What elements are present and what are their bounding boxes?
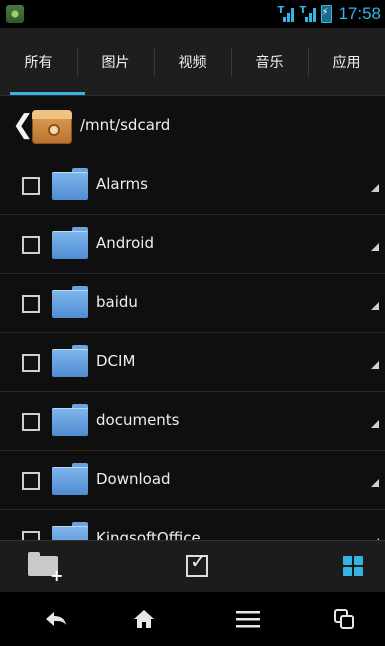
- signal-icon-2: T: [299, 5, 317, 23]
- folder-icon: [52, 227, 88, 259]
- tab-label: 音乐: [255, 55, 284, 71]
- list-item[interactable]: Android: [0, 215, 385, 274]
- item-checkbox[interactable]: [22, 236, 40, 254]
- item-checkbox[interactable]: [22, 295, 40, 313]
- signal-icon-1: T: [277, 5, 295, 23]
- folder-name: Android: [96, 234, 154, 252]
- item-checkbox[interactable]: [22, 531, 40, 540]
- current-path: /mnt/sdcard: [80, 116, 171, 134]
- action-bar: +: [0, 540, 385, 593]
- status-indicators: T T 17:58: [277, 0, 381, 28]
- tab-music[interactable]: 音乐: [231, 28, 308, 96]
- checkbox-icon[interactable]: [186, 549, 208, 577]
- expand-indicator-icon[interactable]: [371, 479, 379, 487]
- battery-charging-icon: [321, 5, 333, 23]
- folder-name: KingsoftOffice: [96, 529, 201, 540]
- folder-name: Download: [96, 470, 171, 488]
- back-icon[interactable]: [38, 602, 74, 636]
- list-item[interactable]: KingsoftOffice: [0, 510, 385, 540]
- status-bar: T T 17:58: [0, 0, 385, 28]
- folder-name: Alarms: [96, 175, 148, 193]
- expand-indicator-icon[interactable]: [371, 302, 379, 310]
- tab-label: 视频: [178, 55, 207, 71]
- folder-icon: [52, 404, 88, 436]
- home-icon[interactable]: [126, 602, 162, 636]
- folder-name: DCIM: [96, 352, 136, 370]
- list-item[interactable]: Download: [0, 451, 385, 510]
- folder-name: baidu: [96, 293, 138, 311]
- list-item[interactable]: baidu: [0, 274, 385, 333]
- tab-apps[interactable]: 应用: [308, 28, 385, 96]
- tab-label: 应用: [332, 55, 361, 71]
- category-tabs: 所有 图片 视频 音乐 应用: [0, 28, 385, 96]
- item-checkbox[interactable]: [22, 413, 40, 431]
- expand-indicator-icon[interactable]: [371, 243, 379, 251]
- tab-all[interactable]: 所有: [0, 28, 85, 96]
- item-checkbox[interactable]: [22, 472, 40, 490]
- expand-indicator-icon[interactable]: [371, 361, 379, 369]
- path-bar[interactable]: ❮ /mnt/sdcard: [0, 96, 385, 156]
- chevron-left-icon[interactable]: ❮: [12, 112, 34, 138]
- app-notification-icon: [6, 5, 24, 23]
- list-item[interactable]: documents: [0, 392, 385, 451]
- menu-icon[interactable]: [230, 602, 266, 636]
- tab-videos[interactable]: 视频: [154, 28, 231, 96]
- item-checkbox[interactable]: [22, 354, 40, 372]
- folder-icon: [52, 286, 88, 318]
- list-item[interactable]: DCIM: [0, 333, 385, 392]
- tab-label: 所有: [24, 55, 53, 71]
- folder-icon: [52, 463, 88, 495]
- expand-indicator-icon[interactable]: [371, 420, 379, 428]
- tab-images[interactable]: 图片: [77, 28, 154, 96]
- navigation-bar: [0, 592, 385, 646]
- item-checkbox[interactable]: [22, 177, 40, 195]
- folder-name: documents: [96, 411, 180, 429]
- folder-icon: [52, 522, 88, 540]
- list-item[interactable]: Alarms: [0, 156, 385, 215]
- grid-view-icon[interactable]: [343, 556, 363, 576]
- recent-apps-icon[interactable]: [326, 602, 362, 636]
- folder-icon: [52, 345, 88, 377]
- expand-indicator-icon[interactable]: [371, 184, 379, 192]
- sdcard-icon: [32, 110, 72, 144]
- tab-label: 图片: [101, 55, 130, 71]
- folder-icon: [52, 168, 88, 200]
- file-list[interactable]: Alarms Android baidu DCIM documents Down…: [0, 156, 385, 540]
- status-time: 17:58: [338, 4, 381, 23]
- new-folder-icon[interactable]: +: [28, 552, 64, 585]
